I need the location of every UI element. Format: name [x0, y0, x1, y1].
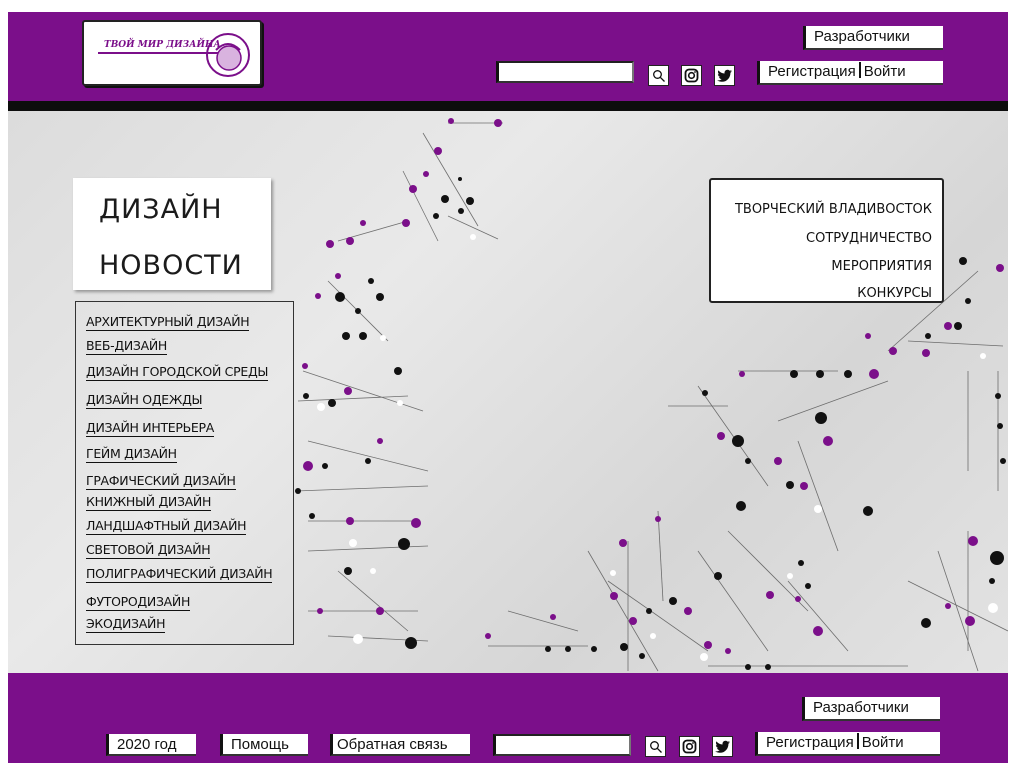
footer-auth-links: Регистрация Войти	[755, 732, 940, 756]
news-heading-box: ДИЗАЙН НОВОСТИ	[73, 178, 271, 290]
category-link-polygraphic[interactable]: ПОЛИГРАФИЧЕСКИЙ ДИЗАЙН	[86, 566, 273, 583]
header-instagram-icon[interactable]	[681, 65, 702, 86]
header-divider	[8, 101, 1008, 111]
category-link-landscape[interactable]: ЛАНДШАФТНЫЙ ДИЗАЙН	[86, 518, 247, 535]
footer-search-icon[interactable]	[645, 736, 666, 757]
news-title-line2: НОВОСТИ	[99, 250, 243, 281]
category-link-web[interactable]: ВЕБ-ДИЗАЙН	[86, 338, 167, 355]
header-auth-links: Регистрация Войти	[757, 61, 943, 85]
logo[interactable]: ТВОЙ МИР ДИЗАЙНА	[82, 20, 262, 86]
auth-separator	[858, 62, 861, 78]
category-list: АРХИТЕКТУРНЫЙ ДИЗАЙН ВЕБ-ДИЗАЙН ДИЗАЙН Г…	[75, 301, 294, 645]
logo-leaf-icon	[206, 33, 250, 77]
category-link-eco[interactable]: ЭКОДИЗАЙН	[86, 616, 165, 633]
menu-item-cooperation[interactable]: СОТРУДНИЧЕСТВО	[806, 231, 932, 246]
header-register-link[interactable]: Регистрация	[768, 63, 856, 80]
menu-item-contests[interactable]: КОНКУРСЫ	[857, 286, 932, 301]
footer-instagram-icon[interactable]	[679, 736, 700, 757]
footer-year-label: 2020 год	[106, 734, 196, 756]
category-link-fashion[interactable]: ДИЗАЙН ОДЕЖДЫ	[86, 392, 203, 409]
menu-item-events[interactable]: МЕРОПРИЯТИЯ	[831, 259, 932, 274]
category-link-game[interactable]: ГЕЙМ ДИЗАЙН	[86, 446, 177, 463]
auth-separator	[856, 733, 859, 749]
menu-item-creative-vladivostok[interactable]: ТВОРЧЕСКИЙ ВЛАДИВОСТОК	[735, 202, 932, 217]
header-search-icon[interactable]	[648, 65, 669, 86]
category-link-interior[interactable]: ДИЗАЙН ИНТЕРЬЕРА	[86, 420, 214, 437]
footer-feedback-link[interactable]: Обратная связь	[330, 734, 470, 756]
side-menu: ТВОРЧЕСКИЙ ВЛАДИВОСТОК СОТРУДНИЧЕСТВО МЕ…	[709, 178, 944, 303]
category-link-lighting[interactable]: СВЕТОВОЙ ДИЗАЙН	[86, 542, 211, 559]
footer-twitter-icon[interactable]	[712, 736, 733, 757]
footer-developers-button[interactable]: Разработчики	[802, 697, 940, 721]
footer-help-link[interactable]: Помощь	[220, 734, 308, 756]
logo-underline	[98, 52, 218, 54]
category-link-graphic[interactable]: ГРАФИЧЕСКИЙ ДИЗАЙН	[86, 473, 236, 490]
category-link-architecture[interactable]: АРХИТЕКТУРНЫЙ ДИЗАЙН	[86, 314, 250, 331]
footer-search-input[interactable]	[493, 734, 631, 756]
footer-login-link[interactable]: Войти	[862, 734, 904, 751]
category-link-book[interactable]: КНИЖНЫЙ ДИЗАЙН	[86, 494, 211, 511]
news-title-line1: ДИЗАЙН	[99, 194, 223, 225]
header-developers-button[interactable]: Разработчики	[803, 26, 943, 50]
footer-register-link[interactable]: Регистрация	[766, 734, 854, 751]
header-login-link[interactable]: Войти	[864, 63, 906, 80]
category-link-urban[interactable]: ДИЗАЙН ГОРОДСКОЙ СРЕДЫ	[86, 364, 268, 381]
category-link-futuro[interactable]: ФУТОРОДИЗАЙН	[86, 594, 190, 611]
header-twitter-icon[interactable]	[714, 65, 735, 86]
header-search-input[interactable]	[496, 61, 634, 83]
